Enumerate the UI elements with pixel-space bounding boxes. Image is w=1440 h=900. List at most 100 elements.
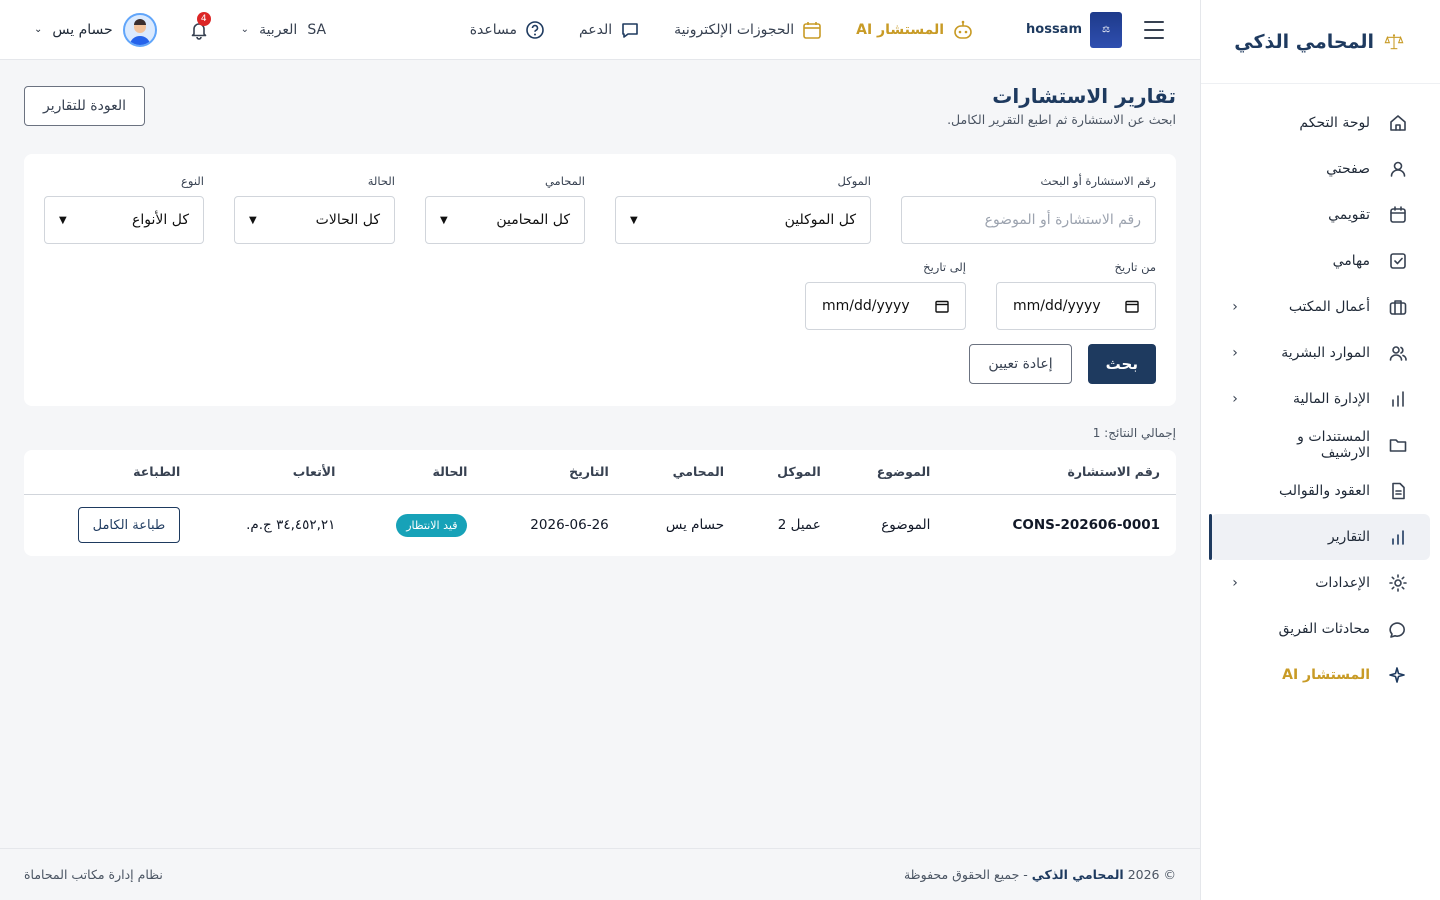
results-table: رقم الاستشارة الموضوع الموكل المحامي التاريخ…: [24, 450, 1176, 556]
calendar-icon: [803, 21, 821, 39]
sidebar-item-label: لوحة التحكم: [1299, 115, 1370, 131]
help-link[interactable]: مساعدة: [470, 20, 545, 40]
bar-chart-icon: [1388, 389, 1408, 409]
print-full-button[interactable]: طباعة الكامل: [77, 507, 181, 544]
sidebar: المحامي الذكي لوحة التحكم صفحتي تقويمي مهام…: [1200, 0, 1440, 900]
caret-down-icon: ▼: [630, 214, 638, 226]
chevron-left-icon: ‹: [1232, 391, 1238, 407]
back-to-reports-button[interactable]: العودة للتقارير: [24, 86, 146, 126]
sidebar-item-gear[interactable]: الإعدادات ‹: [1211, 560, 1430, 606]
status-select[interactable]: كل الحالات ▼: [234, 196, 395, 244]
status-label: الحالة: [367, 174, 395, 188]
to-date-label: إلى تاريخ: [923, 260, 966, 274]
org-name: hossam: [1026, 22, 1082, 37]
search-button[interactable]: بحث: [1087, 344, 1156, 384]
type-select-value: كل الأنواع: [132, 212, 189, 228]
help-label: مساعدة: [469, 21, 517, 38]
type-select[interactable]: كل الأنواع ▼: [44, 196, 204, 244]
chevron-down-icon: ⌄: [34, 24, 43, 35]
sidebar-item-chart[interactable]: التقارير: [1209, 514, 1430, 560]
caret-down-icon: ▼: [249, 214, 257, 226]
column-header: الحالة: [351, 450, 484, 495]
user-menu[interactable]: حسام يس ⌄: [34, 12, 157, 47]
sidebar-item-calendar[interactable]: تقويمي: [1211, 192, 1430, 238]
sidebar-item-label: المستشار AI: [1282, 667, 1370, 683]
ai-advisor-link[interactable]: المستشار AI: [856, 19, 974, 41]
sidebar-item-bar-chart[interactable]: الإدارة المالية ‹: [1211, 376, 1430, 422]
sidebar-item-label: محادثات الفريق: [1278, 621, 1370, 637]
robot-icon: [954, 20, 972, 39]
reset-button[interactable]: إعادة تعيين: [969, 344, 1072, 384]
notifications-button[interactable]: 4: [187, 11, 211, 42]
fees-cell: ٣٤,٤٥٢,٢١ ج.م.: [246, 517, 336, 534]
topbar: ⚖ hossam المستشار AI الحجوزات الإلكتروني…: [0, 0, 1200, 60]
lawyer-select[interactable]: كل المحامين ▼: [425, 196, 585, 244]
column-header: الموضوع: [836, 450, 947, 495]
consultation-number-cell: CONS-202606-0001: [1012, 517, 1160, 534]
briefcase-icon: [1388, 297, 1408, 317]
sidebar-item-document[interactable]: العقود والقوالب: [1211, 468, 1430, 514]
to-date-field-group: إلى تاريخ mm/dd/yyyy: [805, 260, 966, 330]
client-field-group: الموكل كل الموكلين ▼: [615, 174, 871, 244]
search-field-group: رقم الاستشارة أو البحث رقم الاستشارة أو …: [901, 174, 1156, 244]
sidebar-item-sparkle[interactable]: المستشار AI: [1211, 652, 1430, 698]
chat-icon: [622, 22, 638, 38]
sidebar-item-user[interactable]: صفحتي: [1211, 146, 1430, 192]
notification-count-badge: 4: [196, 11, 211, 26]
lawyer-cell: حسام يس: [665, 517, 725, 534]
to-date-value: mm/dd/yyyy: [822, 298, 910, 314]
sidebar-item-label: الإعدادات: [1315, 575, 1370, 591]
caret-down-icon: ▼: [440, 214, 448, 226]
brand[interactable]: المحامي الذكي: [1201, 0, 1440, 84]
bookings-link[interactable]: الحجوزات الإلكترونية: [674, 20, 822, 40]
calendar-icon: [1388, 205, 1408, 225]
sidebar-item-label: التقارير: [1327, 529, 1370, 545]
language-selector[interactable]: SA العربية ⌄: [241, 22, 326, 38]
to-date-input[interactable]: mm/dd/yyyy: [805, 282, 966, 330]
client-select[interactable]: كل الموكلين ▼: [615, 196, 871, 244]
sidebar-item-folder[interactable]: المستندات و الارشيف: [1211, 422, 1430, 468]
org-switcher[interactable]: ⚖ hossam: [1026, 11, 1122, 48]
sidebar-item-users[interactable]: الموارد البشرية ‹: [1211, 330, 1430, 376]
lawyer-label: المحامي: [544, 174, 585, 188]
users-icon: [1388, 343, 1408, 363]
avatar: [122, 12, 157, 47]
status-cell: قيد الانتظار: [351, 494, 483, 556]
sidebar-item-label: مهامي: [1332, 253, 1370, 269]
sidebar-item-label: الإدارة المالية: [1292, 391, 1370, 407]
sidebar-item-label: صفحتي: [1326, 161, 1370, 177]
gear-icon: [1388, 573, 1408, 593]
checkbox-icon: [1388, 251, 1408, 271]
support-label: الدعم: [578, 21, 613, 38]
chevron-down-icon: ⌄: [240, 24, 250, 35]
sidebar-item-label: المستندات و الارشيف: [1297, 429, 1370, 461]
page-title: تقارير الاستشارات: [992, 84, 1176, 108]
column-header: الطباعة: [24, 450, 197, 495]
search-input[interactable]: رقم الاستشارة أو الموضوع: [901, 196, 1156, 244]
type-label: النوع: [181, 174, 204, 188]
from-date-field-group: من تاريخ mm/dd/yyyy: [996, 260, 1156, 330]
sidebar-item-chat[interactable]: محادثات الفريق: [1211, 606, 1430, 652]
support-link[interactable]: الدعم: [579, 20, 640, 40]
lawyer-select-value: كل المحامين: [496, 212, 570, 228]
copyright: © 2026 المحامي الذكي - جميع الحقوق محفوظ…: [904, 867, 1176, 882]
sidebar-item-briefcase[interactable]: أعمال المكتب ‹: [1211, 284, 1430, 330]
lawyer-field-group: المحامي كل المحامين ▼: [425, 174, 585, 244]
menu-toggle-icon[interactable]: [1144, 20, 1164, 39]
table-row[interactable]: CONS-202606-0001 الموضوع عميل 2 حسام يس 2026…: [24, 494, 1176, 556]
folder-icon: [1388, 435, 1408, 455]
status-select-value: كل الحالات: [315, 212, 380, 228]
sidebar-item-checkbox[interactable]: مهامي: [1211, 238, 1430, 284]
sidebar-item-label: أعمال المكتب: [1288, 299, 1370, 315]
sparkle-icon: [1388, 665, 1408, 685]
brand-title: المحامي الذكي: [1234, 30, 1374, 53]
table-header-row: رقم الاستشارة الموضوع الموكل المحامي التاريخ…: [24, 450, 1176, 495]
user-name: حسام يس: [52, 21, 113, 38]
sidebar-item-home[interactable]: لوحة التحكم: [1211, 100, 1430, 146]
column-header: المحامي: [624, 450, 741, 495]
help-circle-icon: [526, 20, 544, 39]
column-header: رقم الاستشارة: [946, 450, 1176, 495]
chevron-left-icon: ‹: [1232, 575, 1238, 591]
bookings-label: الحجوزات الإلكترونية: [674, 21, 795, 38]
from-date-input[interactable]: mm/dd/yyyy: [996, 282, 1156, 330]
